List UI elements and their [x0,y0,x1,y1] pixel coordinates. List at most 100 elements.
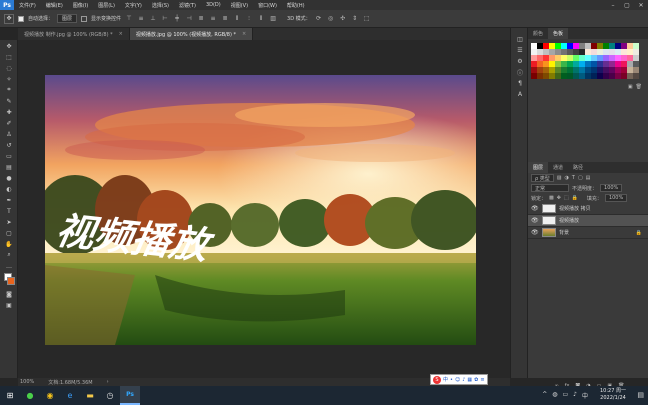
swatch[interactable] [567,73,573,79]
swatch[interactable] [543,55,549,61]
swatch[interactable] [591,67,597,73]
eraser-tool-icon[interactable]: ▭ [2,151,16,161]
distribute-middle-icon[interactable]: ≡ [209,15,217,23]
swatch[interactable] [549,73,555,79]
ime-punct-icon[interactable]: • [450,377,453,383]
zoom-tool-icon[interactable]: ⌕ [2,250,16,260]
swatch[interactable] [591,61,597,67]
swatch[interactable] [537,67,543,73]
swatch[interactable] [621,73,627,79]
swatch[interactable] [555,73,561,79]
swatch[interactable] [537,61,543,67]
swatch[interactable] [561,49,567,55]
swatch[interactable] [531,67,537,73]
swatch[interactable] [591,55,597,61]
swatch[interactable] [609,73,615,79]
swatch[interactable] [555,67,561,73]
swatch[interactable] [531,73,537,79]
swatch[interactable] [543,49,549,55]
swatch[interactable] [585,67,591,73]
swatch[interactable] [573,49,579,55]
align-middle-icon[interactable]: ≡ [137,15,145,23]
swatch[interactable] [549,55,555,61]
swatch[interactable] [585,55,591,61]
swatch[interactable] [633,73,639,79]
swatch[interactable] [561,73,567,79]
swatch[interactable] [573,67,579,73]
network-icon[interactable]: ▭ [562,391,568,400]
swatch[interactable] [543,43,549,49]
quick-mask-icon[interactable]: ◙ [2,289,16,299]
layer-filter-dropdown[interactable]: ρ 类型 [531,174,554,182]
color-swatches[interactable] [2,272,16,288]
swatch[interactable] [627,61,633,67]
swatch[interactable] [603,73,609,79]
swatch[interactable] [555,43,561,49]
align-left-icon[interactable]: ⊢ [161,15,169,23]
auto-select-dropdown[interactable]: 图层 [57,14,78,23]
swatch[interactable] [579,43,585,49]
swatch[interactable] [615,61,621,67]
character-panel-icon[interactable]: A [513,89,527,99]
brush-tool-icon[interactable]: ✐ [2,118,16,128]
menu-view[interactable]: 视图(V) [226,2,253,9]
swatch[interactable] [579,49,585,55]
show-transform-checkbox[interactable] [81,15,88,22]
distribute-center-icon[interactable]: ⫶ [245,15,253,23]
marquee-tool-icon[interactable]: ⬚ [2,52,16,62]
ime-toolbar[interactable]: S 中 • ☺ ♪ ▦ ✿ ≡ [430,374,488,385]
swatch[interactable] [549,49,555,55]
volume-icon[interactable]: ♪ [573,391,577,400]
menu-layer[interactable]: 图层(L) [93,2,120,9]
menu-edit[interactable]: 编辑(E) [41,2,68,9]
swatch[interactable] [549,67,555,73]
blur-tool-icon[interactable]: ● [2,173,16,183]
ime-keyboard-icon[interactable]: ▦ [467,377,472,383]
swatch[interactable] [537,73,543,79]
swatch[interactable] [615,49,621,55]
align-center-icon[interactable]: ╪ [173,15,181,23]
swatch[interactable] [531,43,537,49]
3d-roll-icon[interactable]: ◎ [327,15,335,23]
swatch[interactable] [609,61,615,67]
adjustments-panel-icon[interactable]: ☰ [513,45,527,55]
swatch[interactable] [633,61,639,67]
move-tool-preset-icon[interactable]: ✥ [4,13,14,24]
swatch[interactable] [603,55,609,61]
filter-type-icon[interactable]: T [572,175,575,181]
swatch[interactable] [621,55,627,61]
swatch[interactable] [531,49,537,55]
distribute-left-icon[interactable]: ⫴ [233,15,241,23]
type-tool-icon[interactable]: T [2,206,16,216]
swatch[interactable] [609,43,615,49]
screen-mode-icon[interactable]: ▣ [2,300,16,310]
trash-icon[interactable]: 🗑 [636,84,642,90]
maximize-icon[interactable]: ▢ [620,0,634,10]
history-brush-tool-icon[interactable]: ↺ [2,140,16,150]
ime-emoji-icon[interactable]: ☺ [455,377,460,383]
lasso-tool-icon[interactable]: ◌ [2,63,16,73]
swatch[interactable] [603,61,609,67]
filter-shape-icon[interactable]: ▢ [578,175,583,181]
auto-select-checkbox[interactable] [18,15,24,22]
taskbar-clock[interactable]: 10:27 周一 2022/1/24 [600,388,626,402]
swatch[interactable] [531,61,537,67]
swatch[interactable] [633,43,639,49]
swatch[interactable] [549,43,555,49]
swatch[interactable] [585,49,591,55]
swatch[interactable] [573,61,579,67]
ime-language[interactable]: 中 [443,376,448,383]
swatch[interactable] [621,43,627,49]
swatch[interactable] [597,55,603,61]
layer-row[interactable]: 👁 背景 🔒 [528,227,648,239]
swatch[interactable] [597,49,603,55]
eyedropper-tool-icon[interactable]: ✎ [2,96,16,106]
input-indicator-icon[interactable]: 中 [582,391,588,400]
layer-row[interactable]: 👁 视频播放 拷贝 [528,203,648,215]
swatch[interactable] [585,61,591,67]
swatch[interactable] [567,55,573,61]
swatch[interactable] [627,55,633,61]
menu-help[interactable]: 帮助(H) [282,2,310,9]
swatch[interactable] [537,55,543,61]
swatch[interactable] [615,73,621,79]
